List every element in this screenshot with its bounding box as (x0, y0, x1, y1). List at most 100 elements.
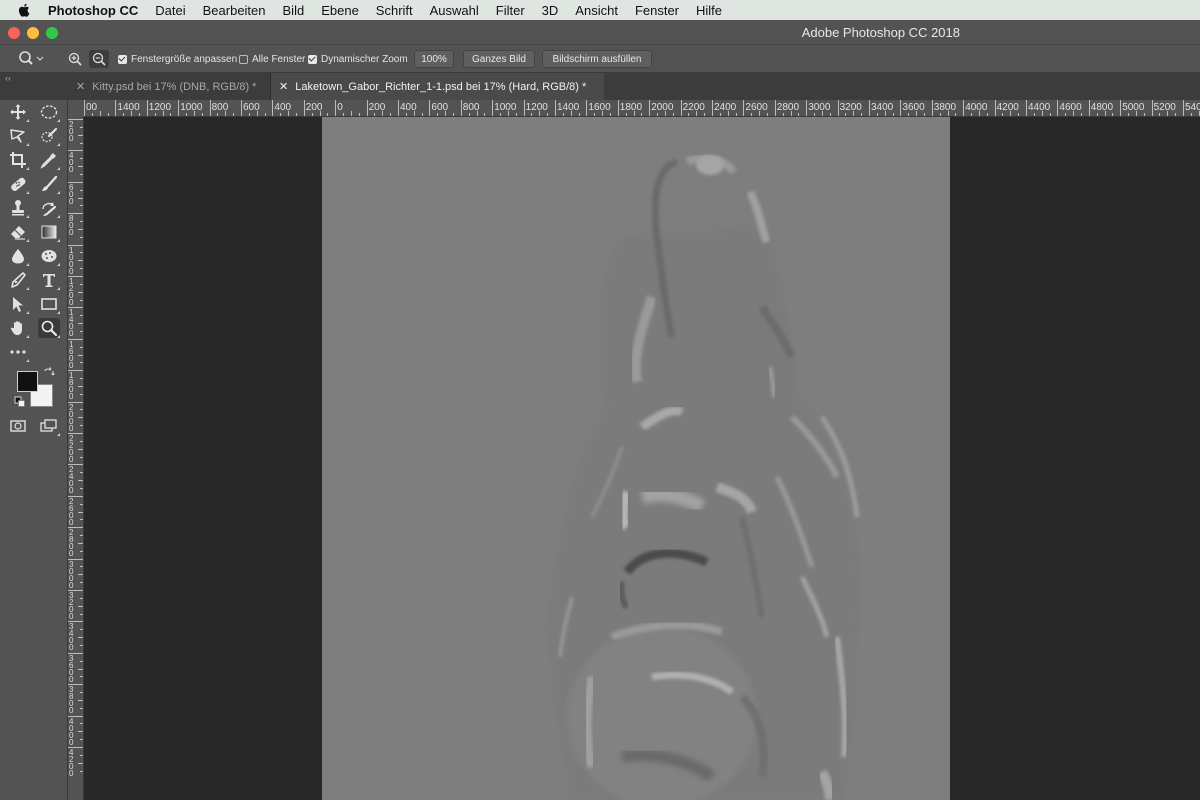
ruler-minor-tick (80, 754, 83, 756)
ruler-minor-tick (884, 111, 886, 116)
tab-kitty[interactable]: ✕ Kitty.psd bei 17% (DNB, RGB/8) * (68, 73, 268, 100)
ruler-minor-tick (421, 113, 423, 116)
screen-mode-button[interactable] (38, 416, 60, 436)
window-close-button[interactable] (8, 27, 20, 39)
menu-bild[interactable]: Bild (283, 3, 305, 18)
path-selection-tool[interactable] (7, 294, 29, 314)
ruler-minor-tick (78, 731, 83, 733)
menu-app-name[interactable]: Photoshop CC (48, 3, 138, 18)
document-canvas[interactable] (322, 117, 950, 800)
swap-colors-button[interactable] (42, 366, 56, 380)
all-windows-option[interactable]: Alle Fenster (239, 45, 305, 73)
ruler-minor-tick (80, 503, 83, 505)
foreground-color-swatch[interactable] (17, 371, 38, 392)
ruler-minor-tick (80, 221, 83, 223)
menu-bearbeiten[interactable]: Bearbeiten (203, 3, 266, 18)
ruler-minor-tick (782, 113, 784, 116)
ruler-minor-tick (986, 113, 988, 116)
brush-tool[interactable] (38, 174, 60, 194)
zoom-100-button[interactable]: 100% (414, 50, 454, 68)
apple-logo-icon[interactable] (18, 3, 34, 17)
ruler-minor-tick (80, 189, 83, 191)
ruler-minor-tick (80, 456, 83, 458)
crop-tool-icon (10, 152, 26, 168)
window-maximize-button[interactable] (46, 27, 58, 39)
quick-selection-tool[interactable] (38, 126, 60, 146)
resize-windows-checkbox[interactable] (118, 54, 127, 64)
ruler-minor-tick (138, 113, 140, 116)
healing-brush-tool[interactable] (7, 174, 29, 194)
all-windows-checkbox[interactable] (239, 54, 248, 64)
rectangle-tool[interactable] (38, 294, 60, 314)
move-tool[interactable] (7, 102, 29, 122)
eraser-tool[interactable] (7, 222, 29, 242)
ruler-major-tick (272, 100, 274, 116)
fit-screen-button[interactable]: Ganzes Bild (463, 50, 535, 68)
all-windows-label: Alle Fenster (252, 53, 306, 65)
fill-screen-button[interactable]: Bildschirm ausfüllen (542, 50, 652, 68)
ruler-minor-tick (500, 113, 502, 116)
ruler-minor-tick (162, 111, 164, 116)
zoom-in-button[interactable] (65, 50, 85, 68)
crop-tool[interactable] (7, 150, 29, 170)
menu-3d[interactable]: 3D (542, 3, 559, 18)
history-brush-tool[interactable] (38, 198, 60, 218)
vertical-ruler[interactable]: 200 400 600 800 1000120014001600180020002200… (68, 117, 84, 800)
close-tab-icon[interactable]: ✕ (279, 80, 288, 93)
menu-auswahl[interactable]: Auswahl (430, 3, 479, 18)
document-workspace[interactable] (84, 117, 1200, 800)
marquee-tool[interactable] (38, 102, 60, 122)
tab-laketown[interactable]: ✕ Laketown_Gabor_Richter_1-1.psd bei 17%… (270, 73, 604, 100)
ruler-minor-tick (719, 113, 721, 116)
tool-preset-picker[interactable] (18, 45, 44, 73)
lasso-tool[interactable] (7, 126, 29, 146)
collapse-panel-icon[interactable]: ‹‹ (5, 73, 11, 83)
ruler-minor-tick (790, 111, 792, 116)
sponge-tool[interactable] (38, 246, 60, 266)
eyedropper-tool[interactable] (38, 150, 60, 170)
pen-tool[interactable] (7, 270, 29, 290)
menu-ebene[interactable]: Ebene (321, 3, 359, 18)
ruler-minor-tick (311, 113, 313, 116)
quick-mask-button[interactable] (7, 416, 29, 436)
ruler-minor-tick (80, 487, 83, 489)
horizontal-ruler[interactable]: 00 1400 1200 1000 800 600 400 200 0 200 400 600 800 1… (68, 100, 1200, 117)
menu-filter[interactable]: Filter (496, 3, 525, 18)
menu-schrift[interactable]: Schrift (376, 3, 413, 18)
edit-toolbar-button[interactable] (7, 342, 29, 362)
close-tab-icon[interactable]: ✕ (76, 80, 85, 93)
ruler-major-tick (649, 100, 651, 116)
ruler-label: 3000 (69, 559, 74, 590)
type-tool[interactable] (38, 270, 60, 290)
default-colors-button[interactable] (13, 395, 27, 409)
window-minimize-button[interactable] (27, 27, 39, 39)
scrubby-zoom-option[interactable]: Dynamischer Zoom (308, 45, 408, 73)
ruler-minor-tick (978, 111, 980, 116)
menu-ansicht[interactable]: Ansicht (575, 3, 618, 18)
blur-tool[interactable] (7, 246, 29, 266)
ruler-label: 2200 (69, 434, 74, 464)
ruler-major-tick (492, 100, 494, 116)
ruler-minor-tick (80, 629, 83, 631)
gradient-tool[interactable] (38, 222, 60, 242)
ruler-minor-tick (1175, 113, 1177, 116)
scrubby-zoom-checkbox[interactable] (308, 54, 317, 64)
rectangle-tool-icon (41, 298, 57, 310)
ruler-major-tick (774, 100, 776, 116)
ruler-minor-tick (570, 111, 572, 116)
ruler-minor-tick (445, 111, 447, 116)
clone-stamp-tool[interactable] (7, 198, 29, 218)
ruler-minor-tick (1033, 113, 1035, 116)
ruler-origin-corner[interactable] (68, 100, 84, 117)
ruler-label: 5000 (1122, 102, 1145, 113)
hand-tool[interactable] (7, 318, 29, 338)
menu-hilfe[interactable]: Hilfe (696, 3, 722, 18)
zoom-tool[interactable] (38, 318, 60, 338)
menu-datei[interactable]: Datei (155, 3, 185, 18)
zoom-tool-icon (19, 51, 44, 65)
menu-fenster[interactable]: Fenster (635, 3, 679, 18)
resize-windows-option[interactable]: Fenstergröße anpassen (118, 45, 237, 73)
ruler-minor-tick (131, 111, 133, 116)
zoom-out-button[interactable] (89, 50, 109, 68)
ruler-minor-tick (1080, 113, 1082, 116)
